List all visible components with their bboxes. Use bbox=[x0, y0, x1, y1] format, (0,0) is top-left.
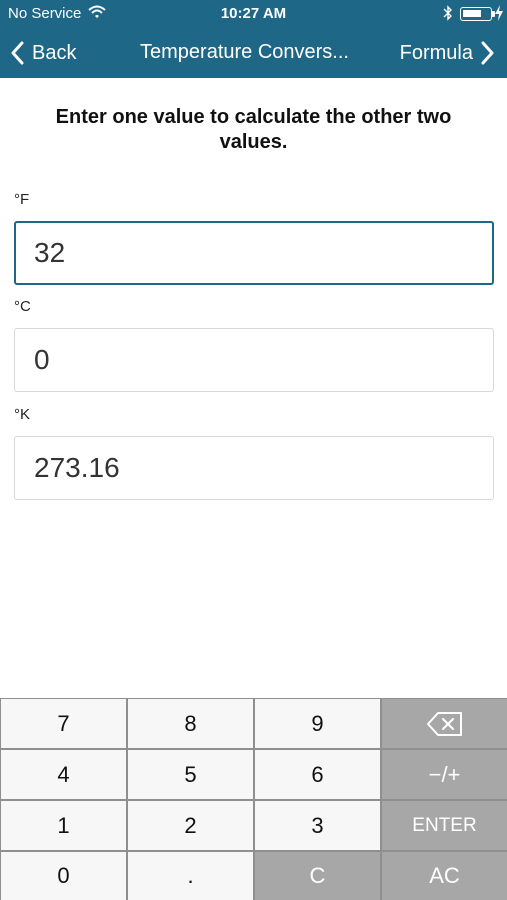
status-bar: No Service 10:27 AM bbox=[0, 0, 507, 28]
back-label: Back bbox=[32, 41, 77, 64]
key-5[interactable]: 5 bbox=[128, 750, 253, 799]
instructions-text: Enter one value to calculate the other t… bbox=[55, 106, 452, 153]
key-7[interactable]: 7 bbox=[1, 699, 126, 748]
numeric-keypad: 7 8 9 4 5 6 −/+ 1 2 3 ENTER 0 . C AC bbox=[0, 698, 507, 900]
key-0[interactable]: 0 bbox=[1, 852, 126, 900]
key-3[interactable]: 3 bbox=[255, 801, 380, 850]
page-title: Temperature Convers... bbox=[140, 41, 349, 63]
all-clear-key[interactable]: AC bbox=[382, 852, 507, 900]
back-button[interactable]: Back bbox=[10, 38, 76, 68]
charging-icon bbox=[495, 5, 503, 21]
clock: 10:27 AM bbox=[220, 5, 287, 22]
backspace-key[interactable] bbox=[382, 699, 507, 748]
negate-key[interactable]: −/+ bbox=[382, 750, 507, 799]
enter-key[interactable]: ENTER bbox=[382, 801, 507, 850]
backspace-icon bbox=[426, 711, 462, 736]
celsius-input[interactable]: 0 bbox=[14, 328, 494, 392]
formula-label: Formula bbox=[399, 41, 473, 64]
key-8[interactable]: 8 bbox=[128, 699, 253, 748]
battery-icon bbox=[460, 7, 492, 21]
chevron-right-icon bbox=[481, 41, 494, 65]
formula-button[interactable]: Formula bbox=[400, 38, 495, 68]
chevron-left-icon bbox=[11, 41, 24, 65]
kelvin-input[interactable]: 273.16 bbox=[14, 436, 494, 500]
bluetooth-icon bbox=[443, 5, 452, 21]
key-6[interactable]: 6 bbox=[255, 750, 380, 799]
fahrenheit-label: °F bbox=[14, 191, 30, 208]
clear-key[interactable]: C bbox=[255, 852, 380, 900]
key-1[interactable]: 1 bbox=[1, 801, 126, 850]
decimal-key[interactable]: . bbox=[128, 852, 253, 900]
key-9[interactable]: 9 bbox=[255, 699, 380, 748]
key-4[interactable]: 4 bbox=[1, 750, 126, 799]
fahrenheit-input[interactable]: 32 bbox=[14, 221, 494, 285]
navigation-bar: Back Temperature Convers... Formula bbox=[0, 28, 507, 78]
kelvin-label: °K bbox=[14, 406, 31, 423]
celsius-label: °C bbox=[14, 298, 31, 315]
key-2[interactable]: 2 bbox=[128, 801, 253, 850]
